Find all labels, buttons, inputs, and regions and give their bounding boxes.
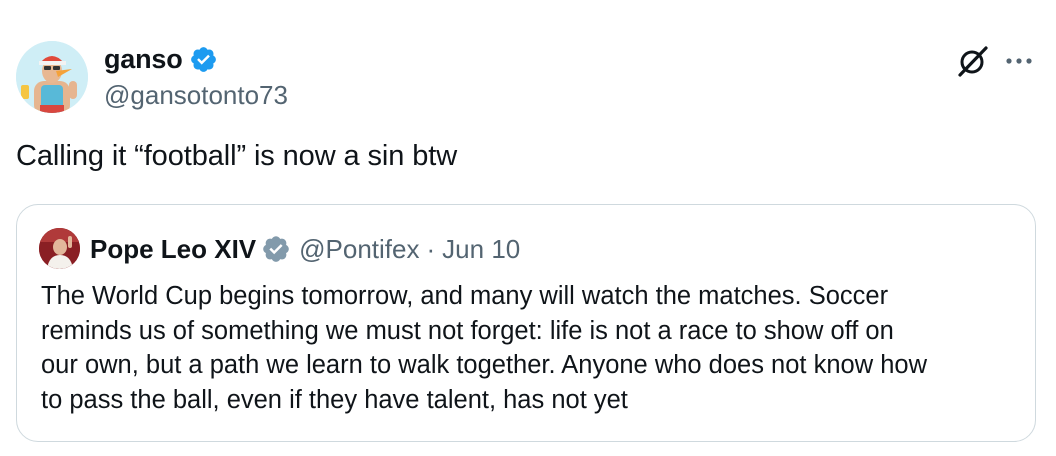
- quoted-header: Pope Leo XIV @Pontifex · Jun 10: [90, 229, 520, 269]
- quoted-author-avatar[interactable]: [39, 228, 80, 269]
- tweet-text: Calling it “football” is now a sin btw: [16, 140, 458, 172]
- quoted-text-line: to pass the ball, even if they have tale…: [41, 385, 628, 414]
- quoted-text-line: reminds us of something we must not forg…: [41, 316, 894, 345]
- verified-badge-icon[interactable]: [189, 45, 218, 74]
- author-name-row: ganso: [104, 42, 218, 76]
- quoted-tweet[interactable]: Pope Leo XIV @Pontifex · Jun 10 The Worl…: [16, 204, 1036, 442]
- tweet-card: ganso @gansotonto73 Calling it “football…: [0, 0, 1056, 456]
- quoted-text-line: The World Cup begins tomorrow, and many …: [41, 282, 889, 310]
- more-options-icon[interactable]: [1002, 46, 1036, 76]
- quoted-separator: ·: [426, 233, 436, 264]
- gray-verified-badge-icon[interactable]: [261, 234, 291, 264]
- author-display-name[interactable]: ganso: [104, 44, 183, 75]
- grok-icon[interactable]: [956, 44, 990, 78]
- quoted-text: The World Cup begins tomorrow, and many …: [41, 279, 1021, 417]
- author-avatar[interactable]: [16, 41, 88, 113]
- quoted-date[interactable]: Jun 10: [442, 234, 520, 265]
- quoted-handle[interactable]: @Pontifex: [299, 234, 419, 265]
- quoted-text-line: our own, but a path we learn to walk tog…: [41, 351, 927, 379]
- author-handle[interactable]: @gansotonto73: [104, 80, 288, 111]
- quoted-display-name[interactable]: Pope Leo XIV: [90, 234, 256, 265]
